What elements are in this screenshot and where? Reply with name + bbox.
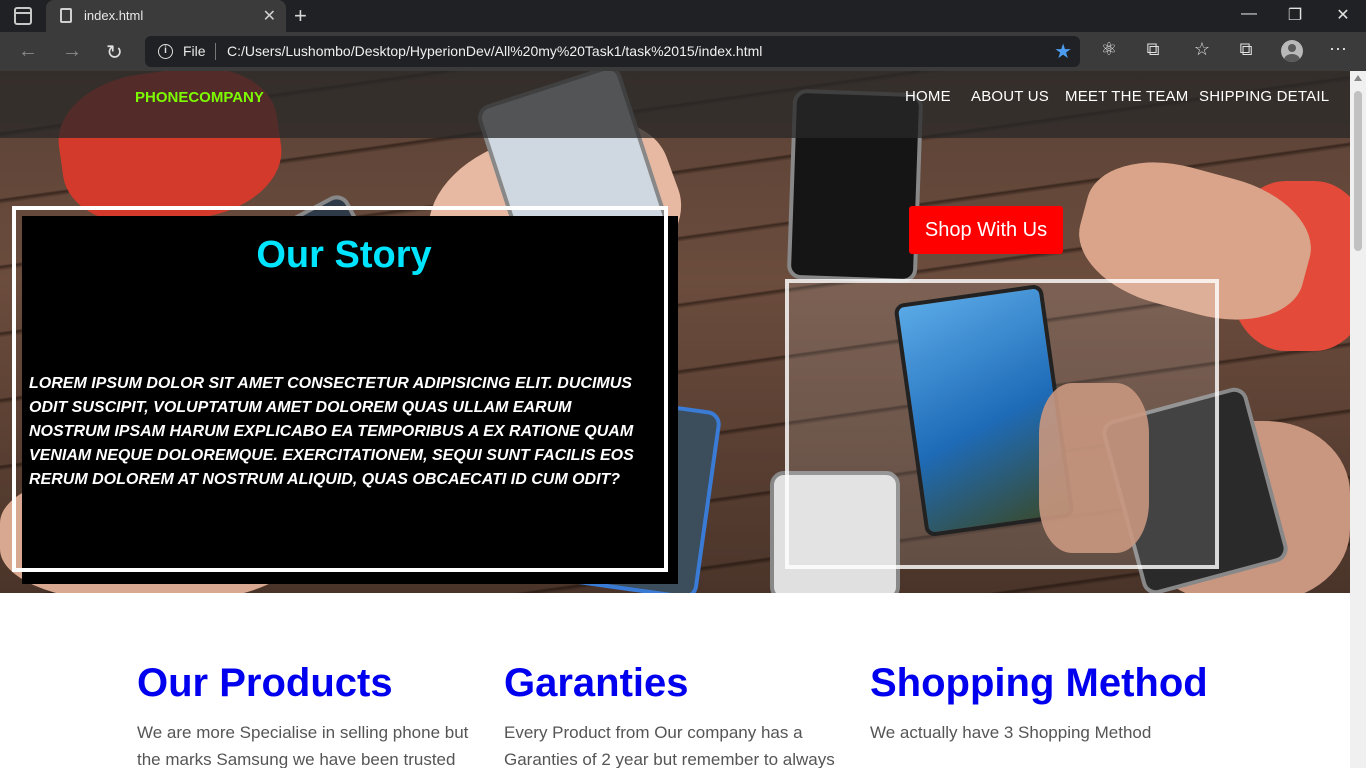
page-scrollbar[interactable] (1350, 71, 1366, 768)
close-tab-icon[interactable]: ✕ (263, 6, 276, 26)
scroll-up-icon[interactable] (1354, 75, 1362, 81)
extensions-puzzle-icon[interactable]: ⧉ (1141, 39, 1165, 60)
hero-section: PHONECOMPANY HOME ABOUT US MEET THE TEAM… (0, 71, 1350, 593)
tab-bar: index.html ✕ + — ❐ ✕ (0, 0, 1366, 32)
minimize-icon[interactable]: — (1226, 5, 1272, 23)
page-viewport: PHONECOMPANY HOME ABOUT US MEET THE TEAM… (0, 71, 1350, 768)
file-label: File (183, 43, 206, 59)
favorites-icon[interactable]: ☆ (1190, 39, 1214, 60)
garanties-text: Every Product from Our company has a Gar… (504, 723, 835, 768)
story-box: Our Story LOREM IPSUM DOLOR SIT AMET CON… (12, 206, 668, 572)
document-icon (60, 8, 72, 23)
nav-link-home[interactable]: HOME (905, 88, 951, 105)
restore-icon[interactable]: ❐ (1272, 5, 1318, 25)
new-tab-icon[interactable]: + (294, 3, 307, 29)
shopping-method-text: We actually have 3 Shopping Method (870, 723, 1152, 742)
tab-actions-icon[interactable] (14, 7, 32, 25)
forward-icon[interactable]: → (62, 40, 82, 63)
back-icon[interactable]: ← (18, 40, 38, 63)
nav-link-meet-the-team[interactable]: MEET THE TEAM (1065, 88, 1188, 105)
reload-icon[interactable]: ↻ (106, 40, 123, 65)
site-navbar: PHONECOMPANY HOME ABOUT US MEET THE TEAM… (0, 71, 1350, 138)
scroll-thumb[interactable] (1354, 91, 1362, 251)
hand-image (1039, 383, 1149, 553)
products-text: We are more Specialise in selling phone … (137, 723, 469, 768)
shopping-method-title: Shopping Method (870, 661, 1208, 705)
profile-avatar-icon[interactable] (1281, 40, 1303, 62)
more-menu-icon[interactable]: ⋯ (1326, 39, 1350, 60)
url-input[interactable]: i File C:/Users/Lushombo/Desktop/Hyperio… (145, 36, 1080, 67)
tab-title: index.html (84, 8, 144, 23)
tab-index[interactable]: index.html ✕ (46, 0, 286, 32)
info-icon[interactable]: i (158, 44, 173, 59)
shop-with-us-button[interactable]: Shop With Us (909, 206, 1063, 254)
products-title: Our Products (137, 661, 393, 705)
extension-atom-icon[interactable]: ⚛ (1097, 39, 1121, 60)
address-bar: ← → ↻ i File C:/Users/Lushombo/Desktop/H… (0, 32, 1366, 71)
foldable-phone-image (785, 279, 1219, 569)
window-close-icon[interactable]: ✕ (1320, 5, 1366, 25)
divider (215, 43, 216, 60)
favorite-star-icon[interactable]: ★ (1054, 39, 1072, 64)
garanties-title: Garanties (504, 661, 689, 705)
nav-link-shipping-detail[interactable]: SHIPPING DETAIL (1199, 88, 1329, 105)
collections-icon[interactable]: ⧉ (1234, 39, 1258, 60)
story-title: Our Story (256, 234, 432, 276)
story-text: LOREM IPSUM DOLOR SIT AMET CONSECTETUR A… (29, 375, 634, 488)
url-text: C:/Users/Lushombo/Desktop/HyperionDev/Al… (227, 43, 763, 59)
brand-logo[interactable]: PHONECOMPANY (135, 89, 264, 106)
nav-link-about-us[interactable]: ABOUT US (971, 88, 1049, 105)
